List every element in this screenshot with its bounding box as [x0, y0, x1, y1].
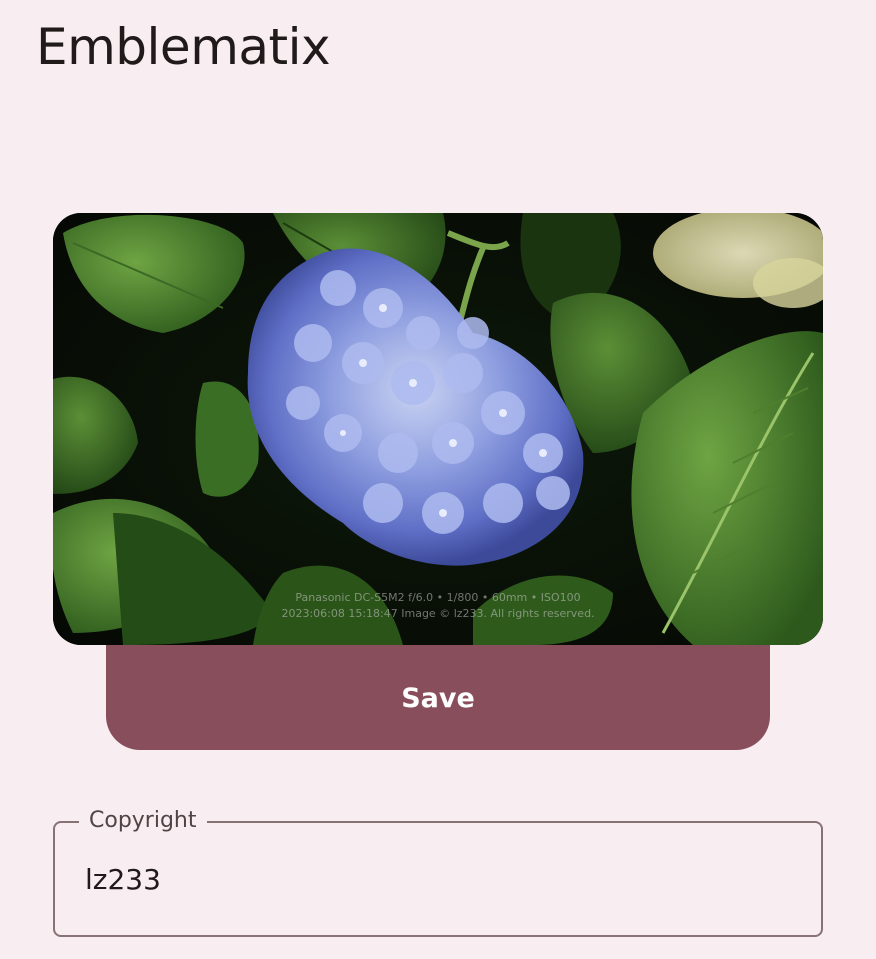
exif-watermark-line: Panasonic DC-S5M2 f/6.0 • 1/800 • 60mm •…: [295, 591, 581, 604]
app-title: Emblematix: [36, 18, 331, 76]
watermarked-photo-preview: Panasonic DC-S5M2 f/6.0 • 1/800 • 60mm •…: [53, 213, 823, 645]
hydrangea-photo: [53, 213, 823, 645]
copyright-field-label: Copyright: [79, 806, 207, 836]
copyright-field: Copyright: [53, 806, 823, 937]
copyright-input[interactable]: [85, 857, 785, 901]
copyright-watermark-line: 2023:06:08 15:18:47 Image © lz233. All r…: [281, 607, 595, 620]
